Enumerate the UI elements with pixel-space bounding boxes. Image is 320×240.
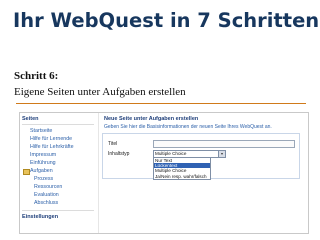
form-panel: Titel Inhaltstyp Multiple Choice Nur Tex…	[102, 133, 300, 180]
folder-icon	[23, 169, 30, 175]
titel-label: Titel	[108, 141, 118, 147]
sidebar-item-prozess[interactable]: Prozess	[34, 176, 53, 183]
sidebar-divider	[22, 124, 94, 125]
step-description: Eigene Seiten unter Aufgaben erstellen	[14, 86, 186, 98]
divider-line	[16, 103, 306, 104]
titel-input[interactable]	[153, 140, 295, 148]
sidebar-item-einfuehrung[interactable]: Einführung	[30, 160, 56, 167]
sidebar-item-aufgaben[interactable]: Aufgaben	[30, 168, 53, 175]
page-description: Geben Sie hier die Basisinformationen de…	[104, 124, 272, 130]
inhaltstyp-label: Inhaltstyp	[108, 151, 130, 157]
sidebar-item-startseite[interactable]: Startseite	[30, 128, 52, 135]
main-content: Neue Seite unter Aufgaben erstellen Gebe…	[99, 113, 308, 233]
sidebar-section-seiten: Seiten	[22, 116, 39, 122]
sidebar-divider	[22, 210, 94, 211]
sidebar-item-abschluss[interactable]: Abschluss	[34, 200, 58, 207]
step-label: Schritt 6:	[14, 70, 59, 82]
slide-title: Ihr WebQuest in 7 Schritten	[13, 9, 320, 32]
sidebar-item-ressourcen[interactable]: Ressourcen	[34, 184, 62, 191]
sidebar: Seiten Startseite Hilfe für Lernende Hil…	[20, 113, 99, 233]
option-ja-nein[interactable]: Ja/Nein resp. wahr/falsch	[154, 174, 210, 179]
sidebar-item-impressum[interactable]: Impressum	[30, 152, 56, 159]
sidebar-item-evaluation[interactable]: Evaluation	[34, 192, 59, 199]
page-heading: Neue Seite unter Aufgaben erstellen	[104, 116, 199, 122]
inhaltstyp-selected-value: Multiple Choice	[155, 151, 187, 156]
sidebar-section-einstellungen[interactable]: Einstellungen	[22, 214, 58, 220]
chevron-down-icon[interactable]	[218, 151, 225, 157]
inhaltstyp-dropdown: Nur Text Lückentext Multiple Choice Ja/N…	[153, 157, 211, 180]
sidebar-item-hilfe-lernende[interactable]: Hilfe für Lernende	[30, 136, 72, 143]
embedded-screenshot: Seiten Startseite Hilfe für Lernende Hil…	[19, 112, 309, 234]
sidebar-item-hilfe-lehrkraefte[interactable]: Hilfe für Lehrkräfte	[30, 144, 74, 151]
